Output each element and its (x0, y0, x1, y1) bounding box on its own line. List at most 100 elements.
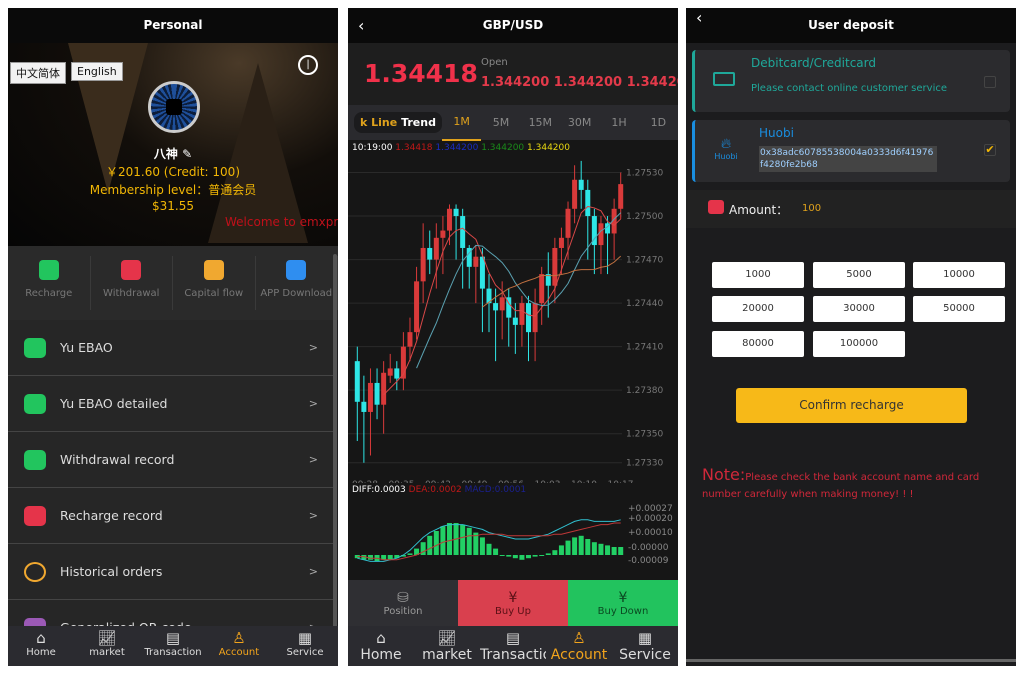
checkbox-checked[interactable]: ✔ (984, 144, 996, 156)
lang-en-button[interactable]: English (71, 62, 123, 81)
menu-withdrawal-record[interactable]: Withdrawal record > (8, 432, 334, 488)
nav-home[interactable]: ⌂ Home (8, 626, 74, 666)
quick-app-download[interactable]: APP Download (256, 256, 338, 310)
candle-body (414, 281, 420, 333)
amount-option[interactable]: 100000 (813, 331, 905, 357)
wallet-address[interactable]: 0x38adc60785538004a0333d6f41976f4280fe2b… (759, 146, 937, 172)
label: Capital flow (184, 288, 244, 299)
quick-recharge[interactable]: Recharge (8, 256, 91, 310)
x-tick-label: 09:28 (352, 480, 378, 483)
quick-withdrawal[interactable]: Withdrawal (91, 256, 173, 310)
nav-service[interactable]: ▦ Service (612, 626, 678, 666)
scrollbar[interactable] (333, 254, 337, 634)
amount-option[interactable]: 30000 (813, 296, 905, 322)
back-icon[interactable]: ‹ (358, 8, 364, 43)
amount-option[interactable]: 5000 (813, 262, 905, 288)
amount-value[interactable]: 100 (802, 203, 821, 214)
profile-header: 中文简体 English | 八神 ✎ ￥201.60 (Credit: 100… (8, 43, 338, 246)
dea-label: DEA:0.0002 (408, 485, 462, 495)
nav-market[interactable]: 📈︎ market (414, 626, 480, 666)
label: Yu EBAO (60, 340, 113, 355)
info-value: 1.344200 (527, 143, 570, 153)
logo-text: Huobi (714, 152, 738, 161)
tab-15m[interactable]: 15M (521, 105, 560, 140)
macd-bar (605, 545, 611, 555)
avatar[interactable] (148, 81, 200, 133)
payment-option-card[interactable]: Debitcard/Creditcard Please contact onli… (692, 50, 1010, 112)
candlestick-chart[interactable]: 1.27530 1.27500 1.27470 1.27440 1.27410 1.273… (348, 153, 678, 483)
quick-capital-flow[interactable]: Capital flow (173, 256, 256, 310)
amount-option[interactable]: 50000 (913, 296, 1005, 322)
nav-home[interactable]: ⌂ Home (348, 626, 414, 666)
buy-down-button[interactable]: ¥ Buy Down (568, 580, 678, 626)
y-tick-label: 1.27530 (626, 169, 663, 179)
amount-label: Amount： (729, 203, 789, 217)
scrollbar[interactable] (686, 659, 1016, 662)
open-values: 1.344200 1.344200 1.344200 (481, 75, 678, 90)
usd-balance: $31.55 (152, 199, 194, 213)
note: Note:Please check the bank account name … (702, 466, 1002, 503)
edit-icon[interactable]: ✎ (182, 147, 192, 161)
page-title: GBP/USD (482, 18, 544, 32)
tab-30m[interactable]: 30M (560, 105, 599, 140)
nav-account[interactable]: ♙ Account (546, 626, 612, 666)
tab-1d[interactable]: 1D (639, 105, 678, 140)
candle-body (585, 189, 591, 217)
macd-label: MACD:0.0001 (464, 485, 527, 495)
title-bar: ‹ GBP/USD (348, 8, 678, 43)
candle-body (433, 237, 439, 260)
tab-5m[interactable]: 5M (481, 105, 520, 140)
label: Account (218, 647, 260, 658)
menu-yu-ebao[interactable]: Yu EBAO > (8, 320, 334, 376)
page-title: Personal (8, 8, 338, 43)
coins-icon: ⛁ (397, 590, 409, 606)
chevron-right-icon: > (308, 397, 318, 410)
amount-option[interactable]: 80000 (712, 331, 804, 357)
card-title: Debitcard/Creditcard (751, 56, 876, 70)
macd-bar (519, 555, 525, 560)
nav-service[interactable]: ▦ Service (272, 626, 338, 666)
checkbox[interactable] (984, 76, 996, 88)
amount-option[interactable]: 10000 (913, 262, 1005, 288)
page-title: User deposit (808, 18, 894, 32)
amount-row: Amount： 100 (686, 190, 1016, 228)
x-tick-label: 09:49 (462, 480, 488, 483)
candle-body (407, 332, 413, 347)
x-tick-label: 10:10 (571, 480, 597, 483)
back-icon[interactable]: ‹ (696, 8, 702, 35)
position-button[interactable]: ⛁ Position (348, 580, 458, 626)
amount-option[interactable]: 1000 (712, 262, 804, 288)
nav-transaction[interactable]: ▤Transaction (480, 626, 546, 666)
candle-body (572, 179, 578, 209)
candle-body (460, 216, 466, 248)
quick-actions: Recharge Withdrawal Capital flow APP Dow… (8, 246, 338, 320)
membership-level: Membership level：普通会员 (89, 183, 257, 197)
nav-account[interactable]: ♙ Account (206, 626, 272, 666)
tab-trend[interactable]: Trend (401, 116, 436, 129)
info-time: 10:19:00 (352, 143, 393, 153)
macd-bar (479, 537, 485, 555)
candle-body (354, 361, 360, 402)
document-icon: ▤ (505, 629, 521, 647)
confirm-recharge-button[interactable]: Confirm recharge (736, 388, 967, 423)
label: Historical orders (60, 564, 163, 579)
lang-zh-button[interactable]: 中文简体 (10, 62, 66, 84)
tab-kline[interactable]: k Line (360, 116, 397, 129)
macd-bar (532, 555, 538, 557)
x-tick-label: 09:42 (425, 480, 451, 483)
payment-option-huobi[interactable]: 🔥︎ Huobi Huobi 0x38adc60785538004a0333d6f… (692, 120, 1010, 182)
nav-market[interactable]: 📈︎ market (74, 626, 140, 666)
power-icon[interactable]: | (298, 55, 318, 75)
menu-historical-orders[interactable]: Historical orders > (8, 544, 334, 600)
amount-option[interactable]: 20000 (712, 296, 804, 322)
macd-bar (545, 553, 551, 555)
nav-transaction[interactable]: ▤Transaction (140, 626, 206, 666)
download-icon (286, 260, 307, 280)
tab-1m[interactable]: 1M (441, 104, 482, 141)
huobi-logo: 🔥︎ Huobi (711, 136, 741, 161)
buy-up-button[interactable]: ¥ Buy Up (458, 580, 568, 626)
menu-yu-ebao-detailed[interactable]: Yu EBAO detailed > (8, 376, 334, 432)
menu-recharge-record[interactable]: Recharge record > (8, 488, 334, 544)
tab-1h[interactable]: 1H (599, 105, 638, 140)
menu-list: Yu EBAO > Yu EBAO detailed > Withdrawal re… (8, 320, 334, 656)
